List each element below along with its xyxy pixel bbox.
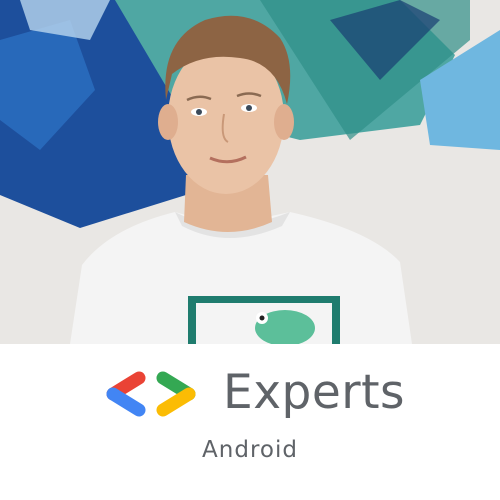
experts-logo: Experts <box>0 366 500 422</box>
gde-badge-card: Experts Android <box>0 0 500 500</box>
portrait-illustration <box>0 0 500 344</box>
specialty-label: Android <box>202 437 298 463</box>
badge-footer: Experts Android <box>0 344 500 500</box>
program-name: Experts <box>223 364 405 420</box>
google-developers-icon <box>106 371 196 417</box>
profile-photo <box>0 0 500 344</box>
